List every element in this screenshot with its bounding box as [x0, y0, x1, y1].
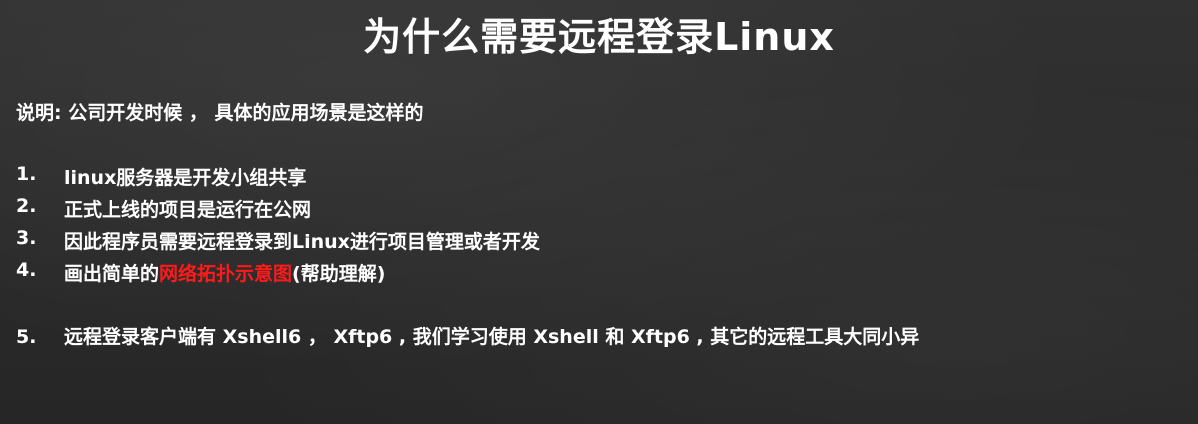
list-item: 5. 远程登录客户端有 Xshell6 ， Xftp6 , 我们学习使用 Xsh…: [16, 322, 1184, 352]
list-item-text: 远程登录客户端有 Xshell6 ， Xftp6 , 我们学习使用 Xshell…: [64, 326, 920, 348]
list-item-text: 正式上线的项目是运行在公网: [64, 199, 312, 221]
list-item-number: 1.: [16, 163, 37, 185]
list-item-text: 画出简单的网络拓扑示意图(帮助理解): [64, 259, 385, 286]
list-item-text-before: 画出简单的: [64, 263, 160, 285]
list-item-number: 5.: [16, 326, 37, 348]
list-item-number: 3.: [16, 227, 37, 249]
list-item-text-after: (帮助理解): [292, 263, 386, 285]
list-item: 3. 因此程序员需要远程登录到Linux进行项目管理或者开发: [16, 227, 540, 254]
list-item: 2. 正式上线的项目是运行在公网: [16, 195, 311, 222]
list-item-text: 因此程序员需要远程登录到Linux进行项目管理或者开发: [64, 231, 540, 253]
network-topology-highlight: 网络拓扑示意图: [159, 263, 293, 285]
slide-title: 为什么需要远程登录Linux: [363, 15, 835, 59]
slide: 为什么需要远程登录Linux 说明: 公司开发时候 ， 具体的应用场景是这样的 …: [0, 0, 1198, 424]
list-item: 4. 画出简单的网络拓扑示意图(帮助理解): [16, 259, 385, 286]
list-item: 1. linux服务器是开发小组共享: [16, 163, 306, 190]
list-item-number: 4.: [16, 259, 37, 281]
list-item-text: linux服务器是开发小组共享: [64, 167, 307, 189]
list-item-number: 2.: [16, 195, 37, 217]
intro-text: 说明: 公司开发时候 ， 具体的应用场景是这样的: [16, 102, 424, 124]
